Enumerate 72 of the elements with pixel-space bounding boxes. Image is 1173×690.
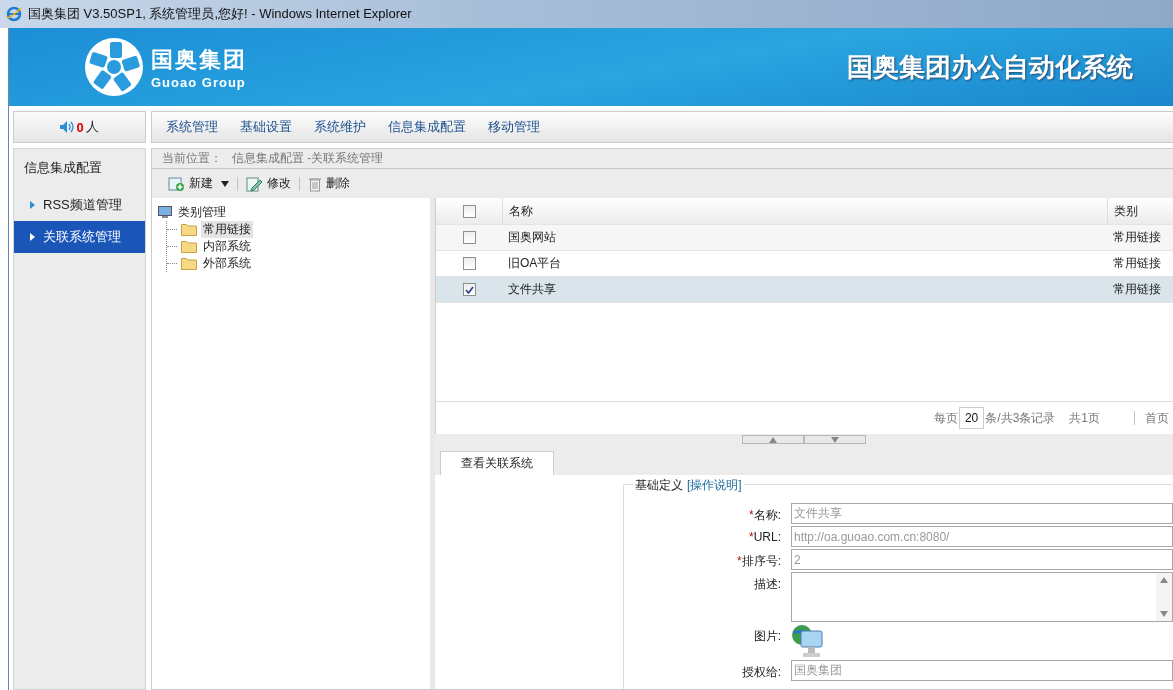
- breadcrumb-label: 当前位置：: [162, 150, 222, 167]
- table-row[interactable]: 文件共享 常用链接: [436, 277, 1173, 303]
- menu-item[interactable]: 系统管理: [166, 118, 218, 136]
- menu-item[interactable]: 基础设置: [240, 118, 292, 136]
- checkbox[interactable]: [462, 231, 476, 244]
- caret-icon: [30, 233, 35, 241]
- scroll-up-icon: [1160, 577, 1168, 583]
- table-cell-text: 旧OA平台: [507, 255, 563, 272]
- tab[interactable]: 查看关联系统: [440, 451, 554, 475]
- online-unit: 人: [85, 118, 99, 136]
- edit-button[interactable]: 修改: [238, 175, 299, 192]
- tree-item[interactable]: 内部系统: [201, 238, 253, 255]
- new-button[interactable]: 新建: [160, 175, 237, 192]
- column-header: 类别: [1107, 198, 1173, 224]
- collapse-button[interactable]: [742, 435, 804, 444]
- scroll-down-icon: [1160, 611, 1168, 617]
- pager-label: 每页: [933, 409, 958, 427]
- down-arrow-icon: [831, 436, 839, 443]
- help-link[interactable]: [操作说明]: [687, 477, 742, 494]
- checkbox[interactable]: [462, 283, 476, 296]
- tree-item[interactable]: 类别管理: [176, 204, 228, 221]
- browser-icon: [6, 6, 22, 22]
- online-count: 0: [76, 119, 84, 135]
- system-name: 国奥集团办公自动化系统: [847, 50, 1133, 84]
- field-label: 图片:: [752, 628, 781, 645]
- tree-item[interactable]: 常用链接: [201, 221, 253, 238]
- field-label: *名称:: [748, 507, 781, 524]
- logo-icon: [83, 36, 145, 98]
- folder-icon: [181, 223, 197, 236]
- field-label: 授权给:: [740, 664, 781, 681]
- record-count: 条/共3条记录: [985, 409, 1056, 427]
- table-cell-text: 常用链接: [1112, 281, 1162, 298]
- menu-item[interactable]: 移动管理: [488, 118, 540, 136]
- text-area[interactable]: [791, 572, 1173, 622]
- tree-item[interactable]: 外部系统: [201, 255, 253, 272]
- sidebar-title: 信息集成配置: [23, 159, 103, 177]
- up-arrow-icon: [769, 436, 777, 443]
- add-document-icon: [168, 175, 185, 192]
- caret-icon: [30, 201, 35, 209]
- column-header: 名称: [502, 198, 1107, 224]
- logo-subtitle: Guoao Group: [151, 74, 247, 90]
- folder-icon: [181, 257, 197, 270]
- window-title: 国奥集团 V3.50SP1, 系统管理员,您好! - Windows Internet Explorer: [28, 5, 412, 23]
- computer-icon: [158, 206, 172, 219]
- caret-icon: [221, 180, 229, 187]
- table-cell-text: 常用链接: [1112, 229, 1162, 246]
- checkbox[interactable]: [462, 257, 476, 270]
- page-count: 共1页: [1069, 409, 1100, 427]
- first-page-link[interactable]: 首页: [1145, 409, 1169, 427]
- group-title: 基础定义: [635, 477, 683, 494]
- field-label: *URL:: [748, 529, 781, 544]
- delete-button[interactable]: 删除: [300, 175, 358, 192]
- edit-icon: [246, 175, 263, 192]
- table-cell-text: 常用链接: [1112, 255, 1162, 272]
- speaker-icon: [60, 121, 75, 133]
- menu-item[interactable]: 系统维护: [314, 118, 366, 136]
- folder-icon: [181, 240, 197, 253]
- field-label: 描述:: [752, 576, 781, 593]
- per-page-field[interactable]: 20: [958, 407, 985, 429]
- network-computer-icon: [791, 624, 825, 658]
- field-label: *排序号:: [736, 553, 781, 570]
- sidebar-item[interactable]: RSS频道管理: [14, 189, 145, 221]
- logo-name: 国奥集团: [151, 45, 247, 74]
- menu-item[interactable]: 信息集成配置: [388, 118, 466, 136]
- table-cell-text: 国奥网站: [507, 229, 557, 246]
- table-cell-text: 文件共享: [507, 281, 557, 298]
- breadcrumb-path: 信息集成配置 -关联系统管理: [232, 150, 384, 167]
- table-row[interactable]: 国奥网站 常用链接: [436, 225, 1173, 251]
- trash-icon: [308, 175, 322, 192]
- expand-button[interactable]: [804, 435, 866, 444]
- sidebar-item[interactable]: 关联系统管理: [14, 221, 145, 253]
- checkbox[interactable]: [462, 204, 476, 218]
